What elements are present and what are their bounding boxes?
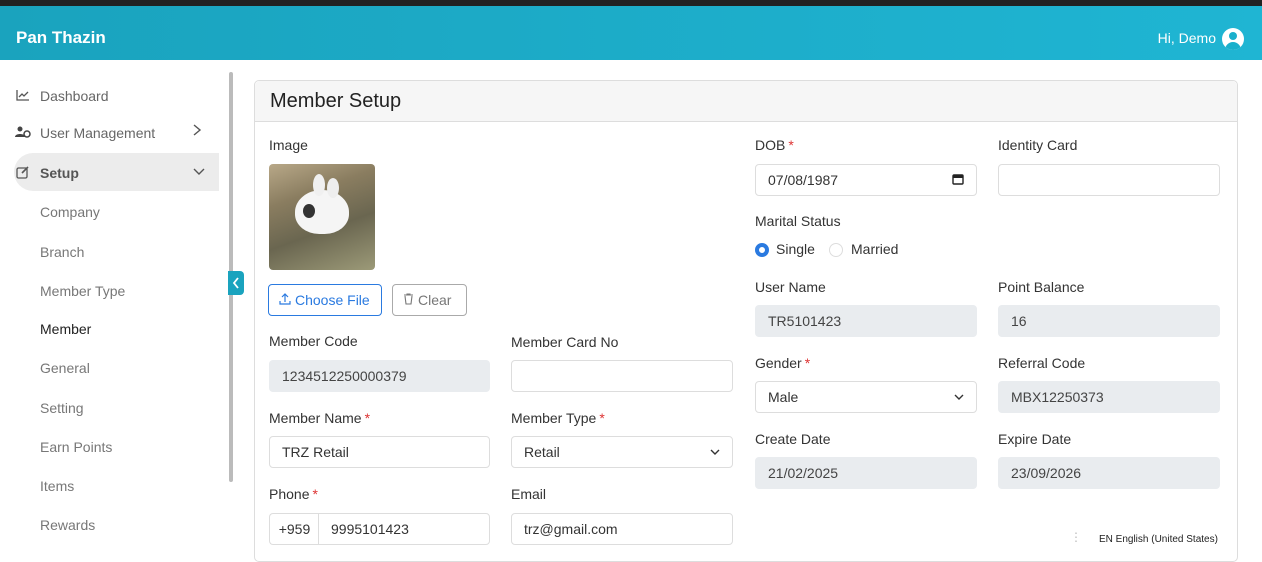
brand-name[interactable]: Pan Thazin xyxy=(16,28,106,48)
sidebar-subitem-branch[interactable]: Branch xyxy=(40,244,84,260)
dob-date-input[interactable]: 07/08/1987 xyxy=(755,164,977,196)
chevron-down-icon xyxy=(954,390,964,404)
calendar-icon[interactable] xyxy=(952,173,964,188)
expire-date-label: Expire Date xyxy=(998,431,1072,447)
chevron-down-icon xyxy=(710,445,720,459)
taskbar-language-indicator[interactable]: EN English (United States) xyxy=(1099,534,1218,545)
sidebar-subitem-general[interactable]: General xyxy=(40,360,90,376)
phone-prefix: +959 xyxy=(269,513,319,545)
referral-code-label: Referral Code xyxy=(998,355,1086,371)
page-title: Member Setup xyxy=(270,90,402,112)
member-photo xyxy=(269,164,375,270)
member-type-label: Member Type * xyxy=(511,410,605,426)
member-type-select[interactable]: Retail xyxy=(511,436,733,468)
clear-button[interactable]: Clear xyxy=(392,284,467,316)
sidebar-subitem-earn-points[interactable]: Earn Points xyxy=(40,439,112,455)
chevron-right-icon[interactable] xyxy=(192,123,202,140)
user-name-field: TR5101423 xyxy=(755,305,977,337)
chevron-down-icon[interactable] xyxy=(192,165,206,180)
phone-label: Phone * xyxy=(269,486,318,502)
radio-single-label: Single xyxy=(776,241,815,257)
referral-code-field: MBX12250373 xyxy=(998,381,1220,413)
member-type-value: Retail xyxy=(524,444,560,460)
user-greeting[interactable]: Hi, Demo xyxy=(1158,30,1216,46)
expire-date-field: 23/09/2026 xyxy=(998,457,1220,489)
sidebar-subitem-company[interactable]: Company xyxy=(40,204,100,220)
sidebar-item-label: Dashboard xyxy=(40,88,109,104)
trash-icon xyxy=(403,292,414,308)
gender-label: Gender * xyxy=(755,355,811,371)
create-date-field: 21/02/2025 xyxy=(755,457,977,489)
edit-icon xyxy=(14,165,32,182)
users-cog-icon xyxy=(14,126,32,141)
identity-card-input[interactable] xyxy=(998,164,1220,196)
dob-value: 07/08/1987 xyxy=(768,172,839,188)
email-input[interactable]: trz@gmail.com xyxy=(511,513,733,545)
member-name-label: Member Name * xyxy=(269,410,371,426)
identity-card-label: Identity Card xyxy=(998,137,1078,153)
sidebar-item-dashboard[interactable]: Dashboard xyxy=(14,78,109,114)
sidebar-subitem-rewards[interactable]: Rewards xyxy=(40,517,95,533)
radio-married[interactable] xyxy=(829,243,843,257)
email-label: Email xyxy=(511,486,547,502)
phone-input[interactable]: 9995101423 xyxy=(318,513,490,545)
gender-select[interactable]: Male xyxy=(755,381,977,413)
collapse-sidebar-button[interactable] xyxy=(228,271,244,295)
user-name-label: User Name xyxy=(755,279,826,295)
marital-status-label: Marital Status xyxy=(755,213,841,229)
radio-single[interactable] xyxy=(755,243,769,257)
member-card-no-input[interactable] xyxy=(511,360,733,392)
member-name-input[interactable]: TRZ Retail xyxy=(269,436,490,468)
taskbar-separator: ⋮ xyxy=(1070,530,1082,544)
sidebar-item-user-management[interactable]: User Management xyxy=(14,115,155,151)
create-date-label: Create Date xyxy=(755,431,831,447)
user-avatar-icon[interactable] xyxy=(1222,28,1244,50)
sidebar-item-label: Setup xyxy=(40,165,79,181)
sidebar-subitem-member[interactable]: Member xyxy=(40,321,91,337)
member-code-label: Member Code xyxy=(269,333,358,349)
chart-line-icon xyxy=(14,89,32,104)
image-label: Image xyxy=(269,137,308,153)
clear-label: Clear xyxy=(418,292,452,308)
choose-file-label: Choose File xyxy=(295,292,370,308)
top-bar: Pan Thazin Hi, Demo xyxy=(0,0,1262,60)
member-code-field: 1234512250000379 xyxy=(269,360,490,392)
point-balance-label: Point Balance xyxy=(998,279,1085,295)
gender-value: Male xyxy=(768,389,799,405)
sidebar-subitem-member-type[interactable]: Member Type xyxy=(40,283,125,299)
sidebar-item-setup[interactable]: Setup xyxy=(14,155,79,191)
sidebar-subitem-items[interactable]: Items xyxy=(40,478,74,494)
upload-icon xyxy=(279,292,291,308)
point-balance-field: 16 xyxy=(998,305,1220,337)
member-card-no-label: Member Card No xyxy=(511,334,619,350)
dob-label: DOB * xyxy=(755,137,794,153)
card-header: Member Setup xyxy=(255,81,1237,122)
choose-file-button[interactable]: Choose File xyxy=(268,284,382,316)
sidebar-item-label: User Management xyxy=(40,125,156,141)
radio-married-label: Married xyxy=(851,241,899,257)
sidebar-subitem-setting[interactable]: Setting xyxy=(40,400,84,416)
